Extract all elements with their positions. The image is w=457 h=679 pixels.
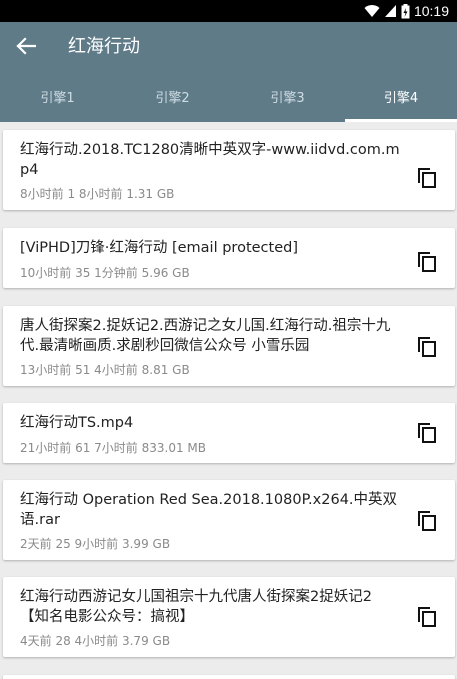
result-title: 红海行动 Operation Red Sea.2018.1080P.x264.中… [20, 492, 398, 528]
result-meta: 21小时前 61 7小时前 833.01 MB [20, 441, 207, 455]
status-icons: 10:19 [364, 3, 449, 19]
copy-icon [418, 423, 436, 443]
tab-engine-3[interactable]: 引擎3 [230, 71, 345, 122]
copy-button[interactable] [413, 333, 441, 361]
battery-icon [401, 3, 410, 18]
result-title: [ViPHD]刀锋·红海行动 [email protected] [20, 240, 298, 256]
list-item[interactable]: 红海行动TS.mp4 21小时前 61 7小时前 833.01 MB [3, 403, 455, 463]
tab-engine-1[interactable]: 引擎1 [0, 71, 115, 122]
arrow-left-icon [16, 37, 36, 55]
result-meta: 2天前 25 9小时前 3.99 GB [20, 537, 171, 551]
result-meta: 13小时前 51 4小时前 8.81 GB [20, 363, 190, 377]
signal-icon [384, 5, 396, 17]
tab-label: 引擎2 [155, 91, 190, 106]
list-item[interactable]: 红海行动西游记女儿国祖宗十九代唐人街探案2捉妖记2【知名电影公众号：搞视】 4天… [3, 577, 455, 657]
copy-icon [418, 168, 436, 188]
copy-button[interactable] [413, 603, 441, 631]
app-bar: 红海行动 [0, 22, 457, 71]
list-item[interactable] [3, 675, 455, 679]
result-title: 红海行动西游记女儿国祖宗十九代唐人街探案2捉妖记2【知名电影公众号：搞视】 [20, 589, 372, 625]
result-title: 红海行动.2018.TC1280清晰中英双字-www.iidvd.com.mp4 [20, 142, 400, 178]
clock: 10:19 [413, 3, 449, 19]
copy-icon [418, 511, 436, 531]
tab-label: 引擎4 [383, 91, 419, 106]
engine-tabs: 引擎1 引擎2 引擎3 引擎4 [0, 71, 457, 122]
copy-icon [418, 252, 436, 272]
result-meta: 8小时前 1 8小时前 1.31 GB [20, 187, 175, 201]
wifi-icon [364, 5, 380, 18]
result-title: 唐人街探案2.捉妖记2.西游记之女儿国.红海行动.祖宗十九代.最清晰画质.求剧秒… [20, 318, 391, 354]
list-item[interactable]: [ViPHD]刀锋·红海行动 [email protected] 10小时前 3… [3, 228, 455, 288]
result-meta: 10小时前 35 1分钟前 5.96 GB [20, 266, 190, 280]
list-item[interactable]: 红海行动.2018.TC1280清晰中英双字-www.iidvd.com.mp4… [3, 130, 455, 210]
page-title: 红海行动 [68, 36, 140, 57]
copy-icon [418, 607, 436, 627]
tab-engine-2[interactable]: 引擎2 [115, 71, 230, 122]
copy-button[interactable] [413, 419, 441, 447]
copy-icon [418, 337, 436, 357]
list-item[interactable]: 红海行动 Operation Red Sea.2018.1080P.x264.中… [3, 480, 455, 560]
result-title: 红海行动TS.mp4 [20, 415, 134, 431]
result-meta: 4天前 28 4小时前 3.79 GB [20, 634, 171, 648]
tab-label: 引擎3 [270, 91, 305, 106]
copy-button[interactable] [413, 164, 441, 192]
back-button[interactable] [12, 34, 40, 58]
tab-label: 引擎1 [40, 91, 75, 106]
tab-indicator [345, 119, 457, 122]
copy-button[interactable] [413, 507, 441, 535]
list-item[interactable]: 唐人街探案2.捉妖记2.西游记之女儿国.红海行动.祖宗十九代.最清晰画质.求剧秒… [3, 306, 455, 386]
status-bar: 10:19 [0, 0, 457, 22]
tab-engine-4[interactable]: 引擎4 [345, 71, 457, 122]
copy-button[interactable] [413, 248, 441, 276]
